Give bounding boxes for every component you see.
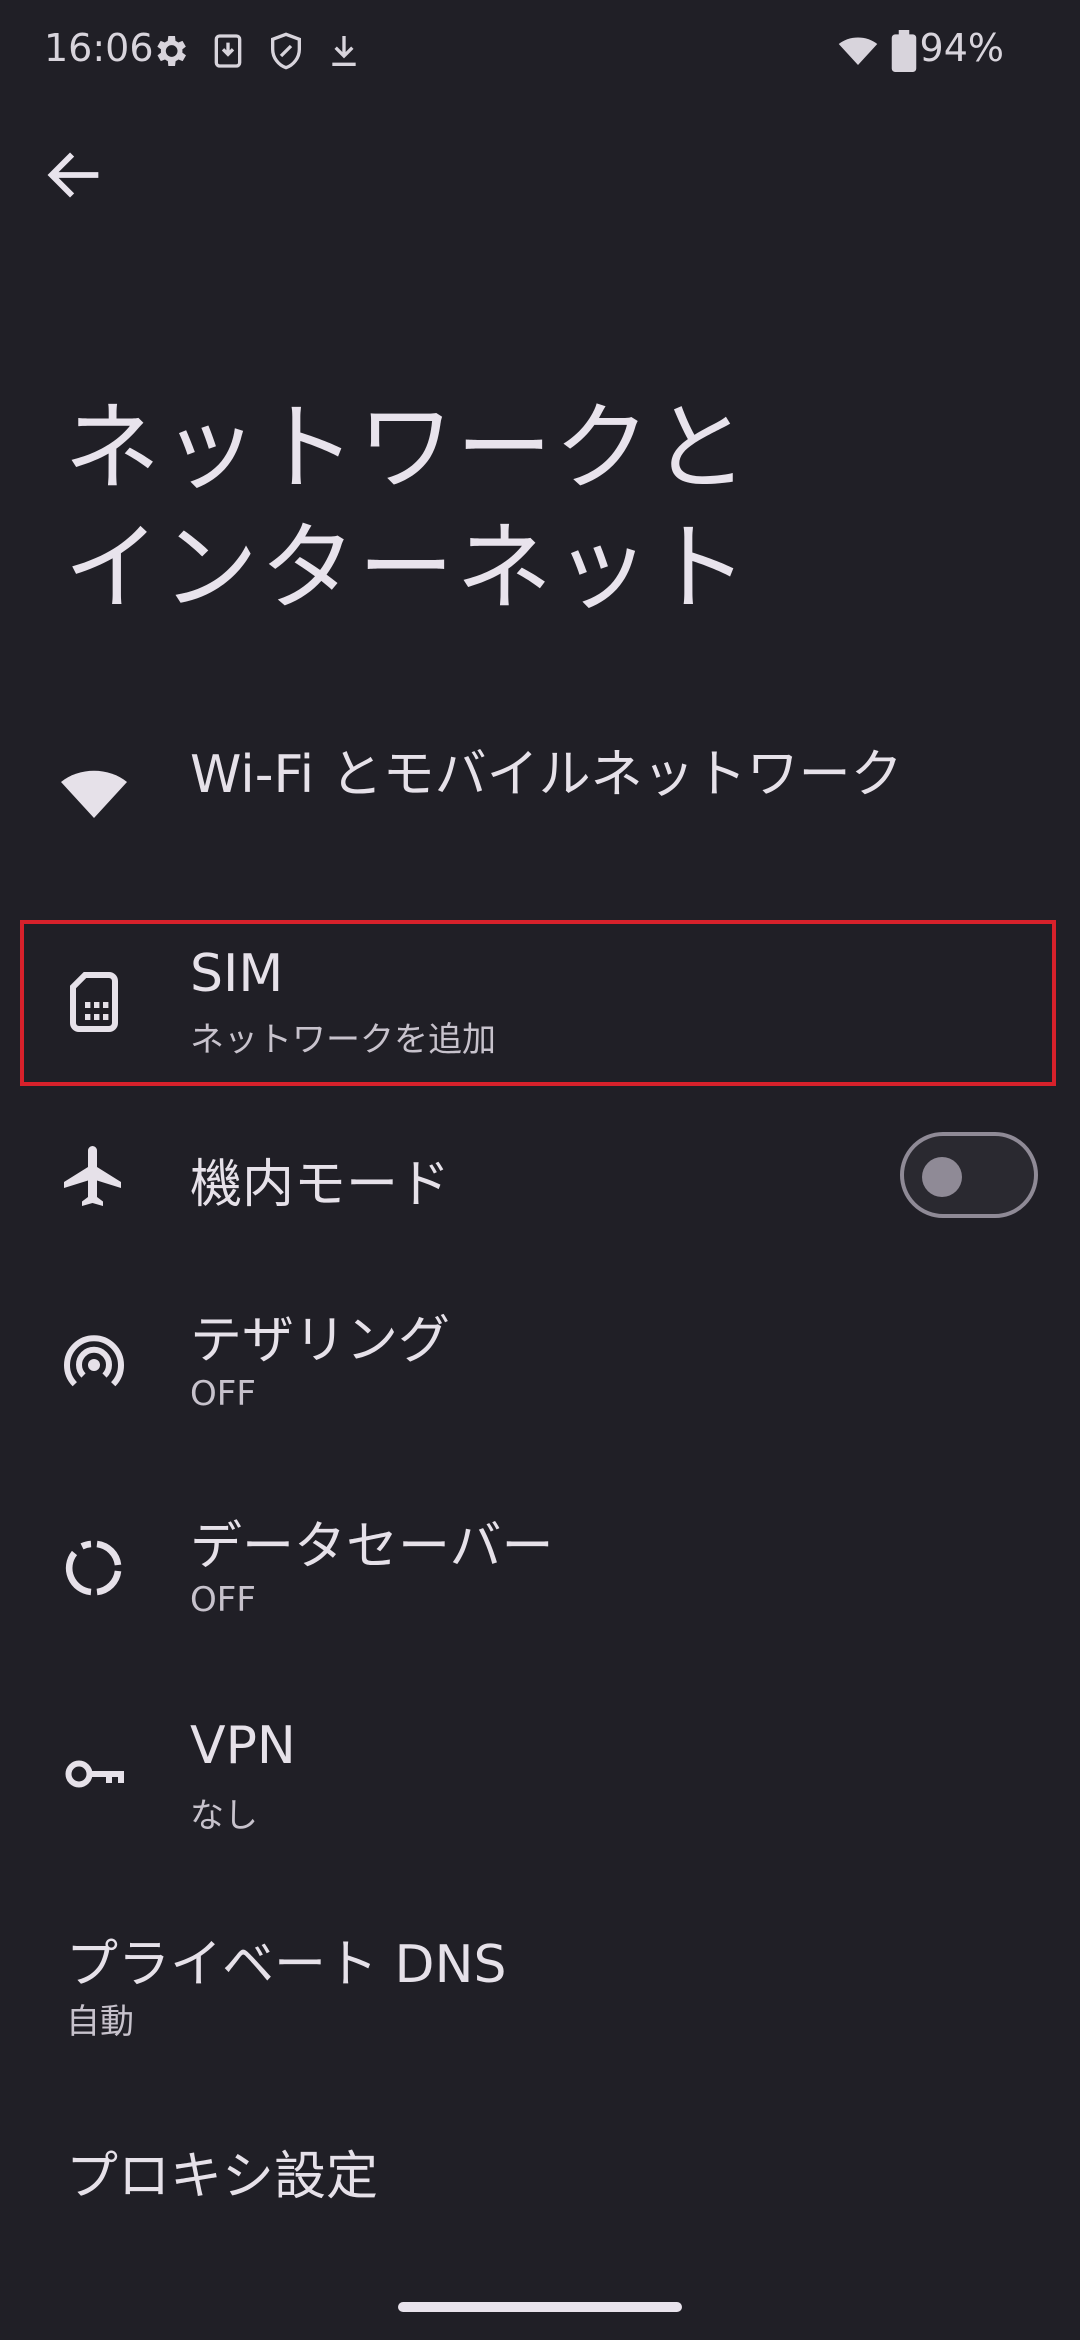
row-subtitle: OFF: [190, 1580, 256, 1620]
row-subtitle: なし: [190, 1796, 258, 1836]
row-title: 機内モード: [190, 1155, 451, 1215]
battery-icon: [890, 30, 918, 72]
row-title: VPN: [190, 1716, 296, 1776]
toggle-knob: [922, 1157, 962, 1197]
gear-icon: [150, 30, 190, 72]
airplane-icon: [58, 1140, 130, 1212]
row-tethering[interactable]: テザリング OFF: [0, 1290, 1080, 1440]
row-sim[interactable]: SIM ネットワークを追加: [0, 920, 1080, 1086]
row-wifi-mobile-network[interactable]: Wi-Fi とモバイルネットワーク: [0, 720, 1080, 870]
row-title: プロキシ設定: [66, 2147, 379, 2207]
wifi-icon: [58, 758, 130, 830]
row-title: プライベート DNS: [66, 1935, 507, 1995]
back-arrow-icon: [47, 152, 99, 198]
wifi-icon: [836, 30, 880, 72]
battery-percent: 94%: [919, 26, 1004, 70]
row-title: テザリング: [190, 1311, 451, 1371]
airplane-mode-toggle[interactable]: [900, 1132, 1038, 1218]
page-title-line2: インターネット: [64, 512, 750, 624]
row-title: Wi-Fi とモバイルネットワーク: [190, 745, 903, 805]
row-proxy-settings[interactable]: プロキシ設定: [0, 2116, 1080, 2236]
page-title: ネットワークと インターネット: [64, 388, 964, 628]
row-private-dns[interactable]: プライベート DNS 自動: [0, 1908, 1080, 2058]
download-box-icon: [208, 30, 248, 72]
data-saver-icon: [58, 1532, 130, 1604]
download-icon: [324, 30, 364, 72]
row-title: SIM: [190, 944, 284, 1004]
row-subtitle: 自動: [66, 2002, 134, 2042]
row-title: データセーバー: [190, 1517, 554, 1577]
hotspot-icon: [58, 1326, 130, 1398]
back-button[interactable]: [40, 140, 110, 210]
shield-icon: [266, 30, 306, 72]
row-vpn[interactable]: VPN なし: [0, 1702, 1080, 1852]
row-subtitle: ネットワークを追加: [190, 1020, 496, 1060]
status-bar: 16:06 94%: [0, 0, 1080, 104]
status-time: 16:06: [44, 26, 154, 70]
row-data-saver[interactable]: データセーバー OFF: [0, 1496, 1080, 1646]
page-title-line1: ネットワークと: [64, 392, 750, 504]
row-subtitle: OFF: [190, 1374, 256, 1414]
vpn-key-icon: [58, 1738, 130, 1810]
sim-icon: [58, 966, 130, 1038]
home-indicator[interactable]: [398, 2302, 682, 2312]
